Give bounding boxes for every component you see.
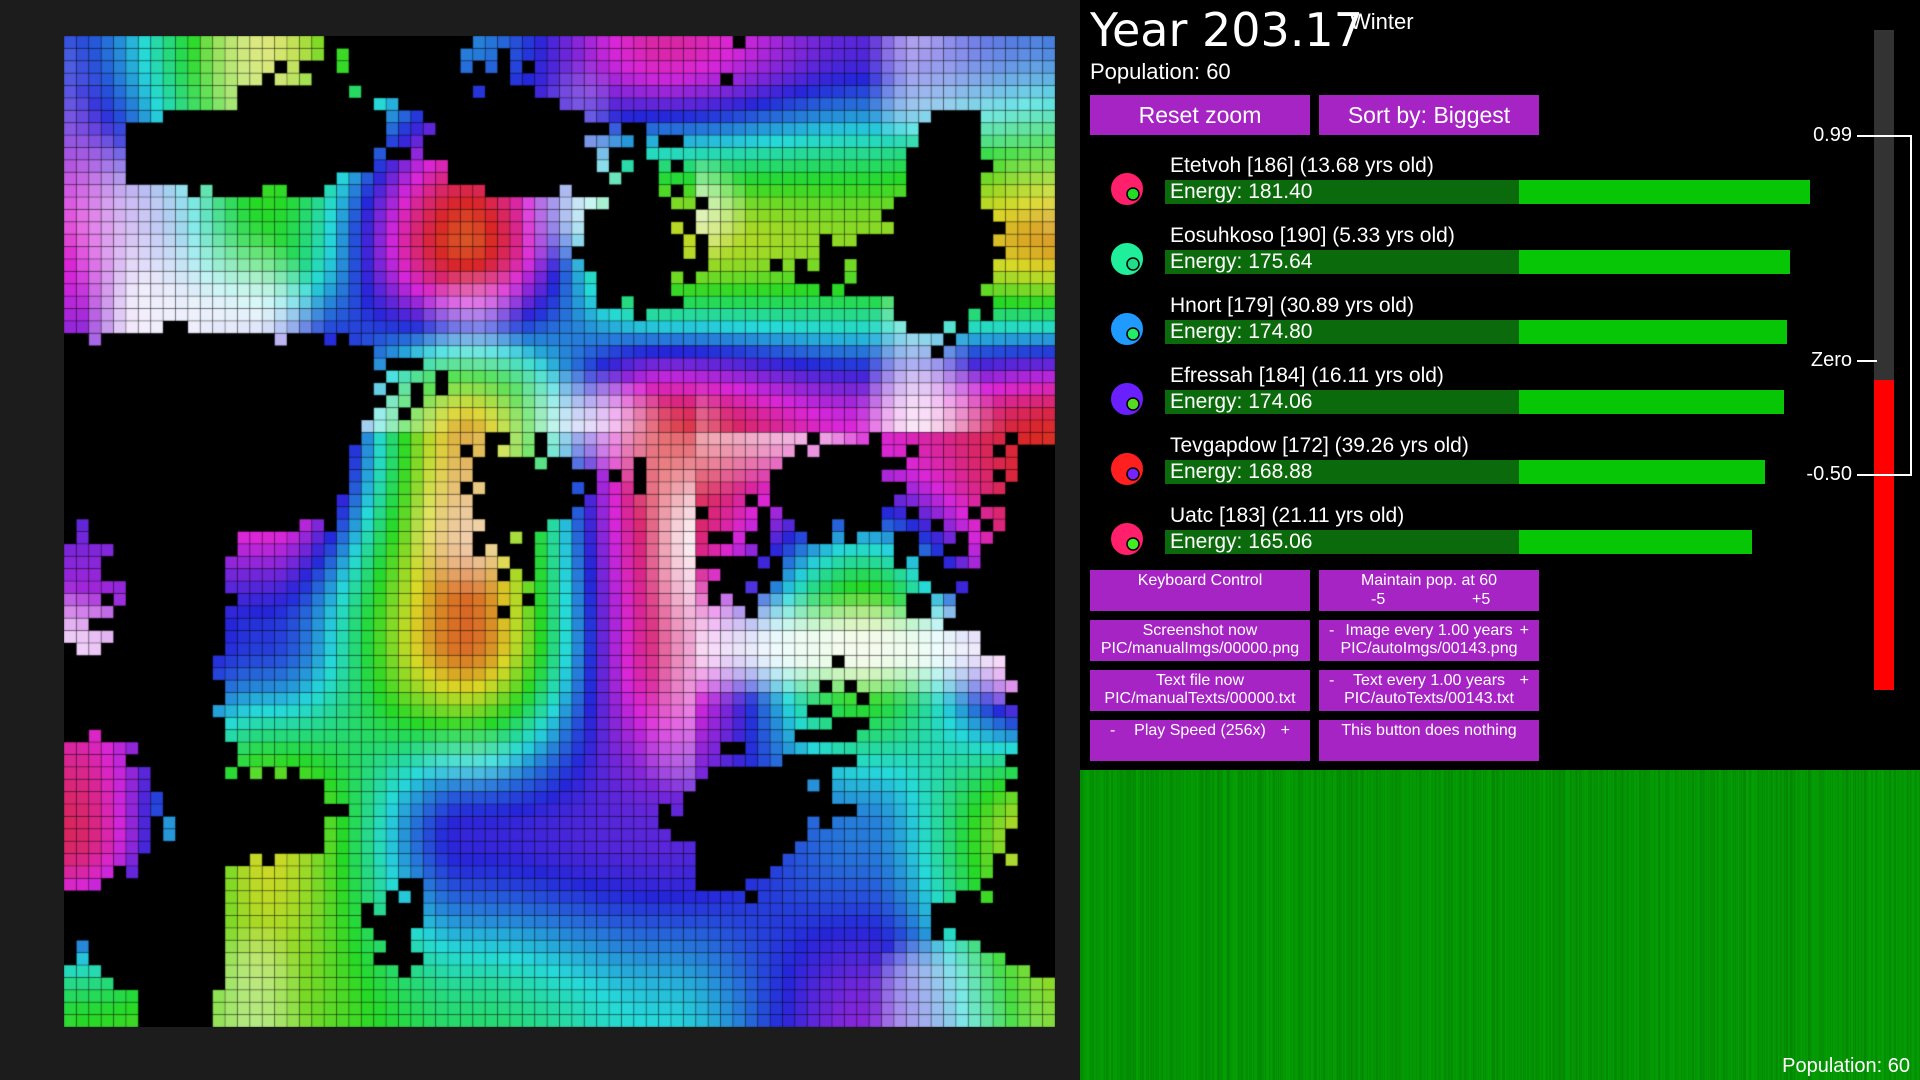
creature-name: Uatc [183] (21.11 yrs old) [1170,504,1405,527]
creature-avatar-icon [1109,521,1145,557]
creature-avatar-icon [1109,381,1145,417]
nothing-button[interactable]: This button does nothing [1319,720,1539,761]
text-every-plus[interactable]: + [1520,672,1529,690]
energy-bar-fill [1519,530,1752,554]
image-every-label: Image every 1.00 years [1345,622,1513,639]
image-every-minus[interactable]: - [1329,622,1334,640]
population-label: Population: 60 [1090,59,1231,84]
graph-population-label: Population: 60 [1782,1055,1910,1077]
screenshot-path: PIC/manualImgs/00000.png [1100,640,1300,657]
image-every-path: PIC/autoImgs/00143.png [1340,640,1518,657]
play-speed-minus[interactable]: - [1110,722,1115,740]
energy-bar-fill [1519,250,1790,274]
creature-entry[interactable]: Uatc [183] (21.11 yrs old) Energy: 165.06 [1090,500,1810,568]
text-every-minus[interactable]: - [1329,672,1334,690]
creature-avatar-icon [1109,451,1145,487]
text-every-button[interactable]: - Text every 1.00 years PIC/autoTexts/00… [1319,670,1539,711]
creature-avatar-icon [1109,241,1145,277]
value-scale-bar [1874,30,1894,690]
reset-zoom-button[interactable]: Reset zoom [1090,95,1310,135]
creature-entry[interactable]: Efressah [184] (16.11 yrs old) Energy: 17… [1090,360,1810,428]
creature-name: Hnort [179] (30.89 yrs old) [1170,294,1414,317]
creature-name: Etetvoh [186] (13.68 yrs old) [1170,154,1434,177]
text-file-now-button[interactable]: Text file now PIC/manualTexts/00000.txt [1090,670,1310,711]
screenshot-now-label: Screenshot now [1142,622,1258,639]
text-file-now-label: Text file now [1155,672,1245,689]
creature-name: Efressah [184] (16.11 yrs old) [1170,364,1444,387]
creature-avatar-icon [1109,311,1145,347]
image-every-plus[interactable]: + [1520,622,1529,640]
maintain-pop-label: Maintain pop. at 60 [1360,572,1498,589]
population-graph [1080,770,1920,1080]
creature-energy: Energy: 174.06 [1170,390,1313,413]
creature-name: Eosuhkoso [190] (5.33 yrs old) [1170,224,1455,247]
creature-entry[interactable]: Eosuhkoso [190] (5.33 yrs old) Energy: 17… [1090,220,1810,288]
energy-bar-fill [1519,320,1787,344]
value-scale-negative-fill [1874,380,1894,690]
screenshot-now-button[interactable]: Screenshot now PIC/manualImgs/00000.png [1090,620,1310,661]
scale-max-tick [1857,134,1912,137]
scale-min-tick [1857,473,1912,476]
creature-energy: Energy: 181.40 [1170,180,1313,203]
scale-max-label: 0.99 [1813,123,1852,146]
maintain-pop-button[interactable]: Maintain pop. at 60 -5 +5 [1319,570,1539,611]
keyboard-control-label: Keyboard Control [1137,572,1263,589]
year-title: Year 203.17 [1090,3,1363,57]
nothing-label: This button does nothing [1341,722,1517,739]
scale-min-label: -0.50 [1806,462,1852,485]
play-speed-plus[interactable]: + [1281,722,1290,740]
creature-energy: Energy: 175.64 [1170,250,1313,273]
world-map[interactable] [64,36,1055,1027]
image-every-button[interactable]: - Image every 1.00 years PIC/autoImgs/00… [1319,620,1539,661]
scale-zero-label: Zero [1810,349,1852,371]
season-label: Winter [1350,9,1414,34]
world-view[interactable] [0,0,1080,1080]
creature-energy: Energy: 174.80 [1170,320,1313,343]
play-speed-label: Play Speed (256x) [1134,722,1266,739]
scale-bracket-line [1910,134,1912,476]
maintain-plus-button[interactable]: +5 [1472,591,1490,609]
text-file-path: PIC/manualTexts/00000.txt [1104,690,1296,707]
creature-energy: Energy: 165.06 [1170,530,1313,553]
energy-bar-fill [1519,180,1810,204]
play-speed-button[interactable]: - Play Speed (256x) + [1090,720,1310,761]
energy-bar-fill [1519,390,1784,414]
creature-name: Tevgapdow [172] (39.26 yrs old) [1170,434,1469,457]
creature-energy: Energy: 168.88 [1170,460,1313,483]
keyboard-control-button[interactable]: Keyboard Control [1090,570,1310,611]
creature-entry[interactable]: Hnort [179] (30.89 yrs old) Energy: 174.8… [1090,290,1810,358]
energy-bar-fill [1519,460,1766,484]
sort-by-button[interactable]: Sort by: Biggest [1319,95,1539,135]
creature-entry[interactable]: Etetvoh [186] (13.68 yrs old) Energy: 181… [1090,150,1810,218]
text-every-path: PIC/autoTexts/00143.txt [1344,690,1514,707]
text-every-label: Text every 1.00 years [1352,672,1506,689]
creature-entry[interactable]: Tevgapdow [172] (39.26 yrs old) Energy: 1… [1090,430,1810,498]
maintain-minus-button[interactable]: -5 [1371,591,1385,609]
scale-zero-tick [1857,360,1877,362]
creature-avatar-icon [1109,171,1145,207]
